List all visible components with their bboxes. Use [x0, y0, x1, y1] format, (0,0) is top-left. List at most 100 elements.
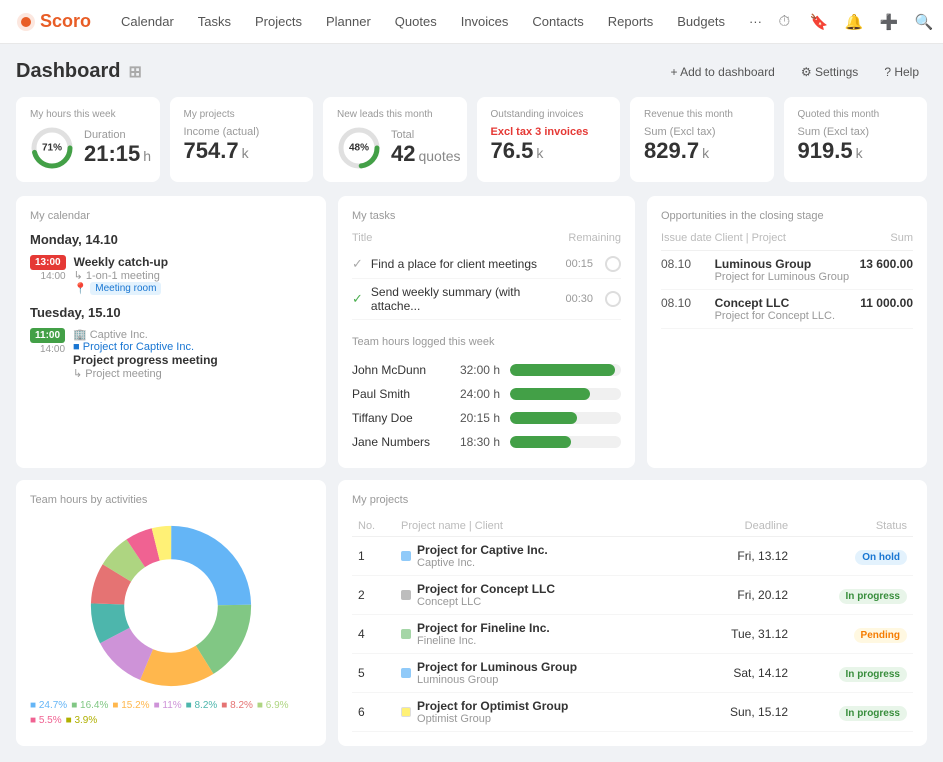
opp-client-col-0: Luminous Group Project for Luminous Grou… — [715, 251, 857, 290]
proj-deadline-0: Fri, 13.12 — [691, 537, 795, 576]
opp-client-col-1: Concept LLC Project for Concept LLC. — [715, 290, 857, 329]
dashboard-config-icon[interactable]: ⊞ — [128, 62, 141, 82]
proj-status-3: In progress — [794, 654, 913, 693]
proj-deadline-3: Sat, 14.12 — [691, 654, 795, 693]
cal-event-1: 11:00 14:00 🏢 Captive Inc. ■ Project for… — [30, 328, 312, 380]
dashboard-actions: + Add to dashboard ⚙ Settings ? Help — [662, 61, 927, 83]
nav-quotes[interactable]: Quotes — [385, 8, 447, 35]
stat-projects-unit: k — [242, 145, 249, 161]
cal-day-tuesday: Tuesday, 15.10 — [30, 305, 312, 320]
nav-reports[interactable]: Reports — [598, 8, 664, 35]
proj-row-1: 2 Project for Concept LLC Concept LLC — [352, 576, 913, 615]
timer-icon[interactable]: ⏱ — [772, 8, 797, 36]
cal-event-title-1: Project progress meeting — [73, 353, 312, 367]
nav-budgets[interactable]: Budgets — [667, 8, 735, 35]
stat-revenue-value: 829.7 — [644, 138, 699, 164]
stat-leads-sublabel: Total — [391, 129, 461, 141]
proj-no-0: 1 — [352, 537, 395, 576]
building-icon: 🏢 — [73, 328, 87, 341]
leads-donut: 48% — [337, 126, 381, 170]
legend-6: ■ 6.9% — [257, 700, 289, 711]
proj-no-4: 6 — [352, 693, 395, 732]
main-content: Dashboard ⊞ + Add to dashboard ⚙ Setting… — [0, 44, 943, 762]
nav-more[interactable]: ··· — [739, 8, 772, 35]
opp-col-client: Client | Project — [715, 232, 857, 251]
legend-1: ■ 16.4% — [71, 700, 108, 711]
add-icon[interactable]: ➕ — [877, 8, 902, 36]
team-bar-wrap-1 — [510, 388, 621, 400]
stat-invoices-sublabel: Excl tax 3 invoices — [491, 126, 589, 138]
middle-row: My calendar Monday, 14.10 13:00 14:00 We… — [16, 196, 927, 468]
stat-projects-sublabel: Income (actual) — [184, 126, 260, 138]
tasks-col-remaining: Remaining — [568, 232, 621, 244]
tasks-panel-title: My tasks — [352, 210, 621, 222]
legend-5: ■ 8.2% — [221, 700, 253, 711]
stat-invoices-unit: k — [536, 145, 543, 161]
add-to-dashboard-button[interactable]: + Add to dashboard — [662, 61, 782, 83]
calendar-panel: My calendar Monday, 14.10 13:00 14:00 We… — [16, 196, 326, 468]
proj-name-col-2: Project for Fineline Inc. Fineline Inc. — [395, 615, 673, 654]
cal-event-company: 🏢 Captive Inc. — [73, 328, 312, 341]
proj-name-1: Project for Concept LLC — [417, 582, 555, 596]
proj-col-spacer — [673, 516, 691, 537]
team-bar-wrap-0 — [510, 364, 621, 376]
proj-spacer-1 — [673, 576, 691, 615]
team-row-3: Jane Numbers 18:30 h — [352, 430, 621, 454]
stat-leads-unit: quotes — [418, 148, 460, 164]
proj-row-4: 6 Project for Optimist Group Optimist Gr… — [352, 693, 913, 732]
proj-row-3: 5 Project for Luminous Group Luminous Gr… — [352, 654, 913, 693]
nav-projects[interactable]: Projects — [245, 8, 312, 35]
proj-color-2 — [401, 629, 411, 639]
cal-day-monday: Monday, 14.10 — [30, 232, 312, 247]
leads-donut-label: 48% — [349, 143, 369, 154]
task-circle-0 — [605, 256, 621, 272]
activities-panel: Team hours by activities — [16, 480, 326, 746]
opp-col-sum: Sum — [857, 232, 913, 251]
task-check-0: ✓ — [352, 256, 363, 272]
cal-event-sub-1: ↳ Project meeting — [73, 367, 312, 380]
proj-spacer-0 — [673, 537, 691, 576]
proj-no-2: 4 — [352, 615, 395, 654]
help-button[interactable]: ? Help — [876, 61, 927, 83]
cal-end-time-1400: 14:00 — [30, 271, 66, 282]
logo[interactable]: Scoro — [16, 11, 91, 32]
task-row-1: ✓ Send weekly summary (with attache... 0… — [352, 279, 621, 320]
proj-name-4: Project for Optimist Group — [417, 699, 568, 713]
proj-name-0: Project for Captive Inc. — [417, 543, 548, 557]
task-row-0: ✓ Find a place for client meetings 00:15 — [352, 250, 621, 279]
proj-color-1 — [401, 590, 411, 600]
proj-spacer-4 — [673, 693, 691, 732]
stat-projects-value: 754.7 — [184, 138, 239, 164]
team-hours-val-3: 18:30 h — [452, 435, 500, 449]
settings-button[interactable]: ⚙ Settings — [793, 61, 866, 83]
proj-deadline-4: Sun, 15.12 — [691, 693, 795, 732]
nav-tasks[interactable]: Tasks — [188, 8, 241, 35]
bell-icon[interactable]: 🔔 — [842, 8, 867, 36]
proj-col-name: Project name | Client — [395, 516, 673, 537]
proj-col-status: Status — [794, 516, 913, 537]
team-name-2: Tiffany Doe — [352, 411, 442, 425]
stat-leads-label: New leads this month — [337, 109, 453, 120]
search-icon[interactable]: 🔍 — [911, 8, 936, 36]
legend-8: ■ 3.9% — [66, 715, 98, 726]
nav-calendar[interactable]: Calendar — [111, 8, 184, 35]
nav-invoices[interactable]: Invoices — [451, 8, 519, 35]
status-badge-3: In progress — [839, 667, 907, 682]
team-hours-val-1: 24:00 h — [452, 387, 500, 401]
bookmark-icon[interactable]: 🔖 — [807, 8, 832, 36]
nav-contacts[interactable]: Contacts — [522, 8, 593, 35]
nav-planner[interactable]: Planner — [316, 8, 381, 35]
opp-sum-1: 11 000.00 — [857, 290, 913, 329]
team-bar-3 — [510, 436, 571, 448]
opp-row-1: 08.10 Concept LLC Project for Concept LL… — [661, 290, 913, 329]
task-remaining-1: 00:30 — [565, 293, 593, 305]
proj-col-deadline: Deadline — [691, 516, 795, 537]
team-row-1: Paul Smith 24:00 h — [352, 382, 621, 406]
projects-panel-title: My projects — [352, 494, 913, 506]
proj-status-2: Pending — [794, 615, 913, 654]
proj-client-4: Optimist Group — [417, 713, 568, 725]
opp-project-0: Project for Luminous Group — [715, 271, 857, 283]
proj-client-1: Concept LLC — [417, 596, 555, 608]
activities-donut-chart — [30, 516, 312, 696]
cal-event-project-ref: ■ Project for Captive Inc. — [73, 341, 312, 353]
